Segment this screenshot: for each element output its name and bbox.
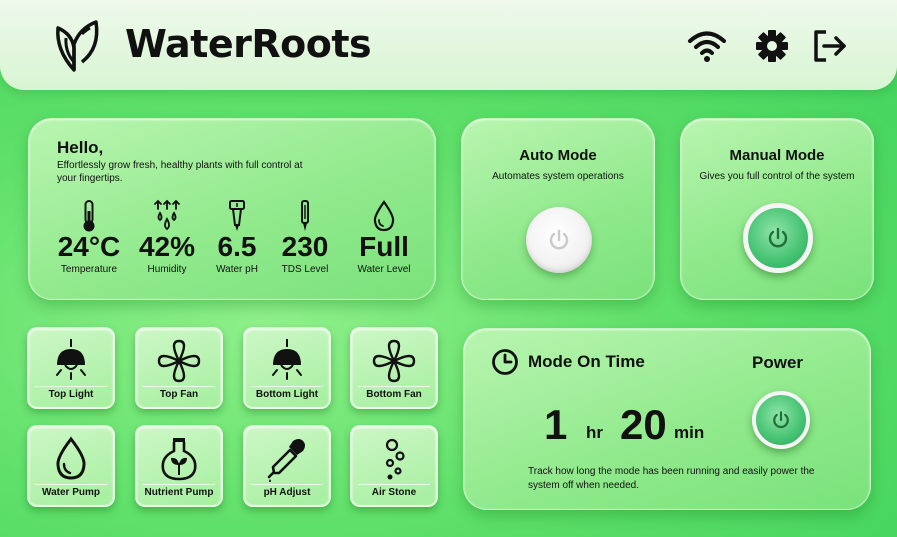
auto-mode-subtitle: Automates system operations bbox=[492, 171, 624, 182]
tile-divider bbox=[358, 386, 430, 387]
power-icon bbox=[549, 229, 569, 250]
tile-divider bbox=[35, 484, 107, 485]
tile-divider bbox=[358, 484, 430, 485]
manual-mode-title: Manual Mode bbox=[729, 147, 825, 164]
fan-icon bbox=[372, 339, 416, 383]
control-label: pH Adjust bbox=[263, 487, 311, 498]
power-title: Power bbox=[752, 353, 804, 372]
timer-hours-unit: hr bbox=[586, 423, 603, 442]
humidity-icon bbox=[154, 199, 180, 231]
control-label: Top Light bbox=[48, 389, 94, 400]
fan-icon bbox=[157, 339, 201, 383]
tds-level-value: 230 bbox=[281, 231, 329, 262]
power-icon bbox=[768, 227, 788, 248]
control-water-pump[interactable]: Water Pump bbox=[27, 425, 115, 507]
humidity-label: Humidity bbox=[147, 264, 187, 275]
mode-on-time-title: Mode On Time bbox=[528, 352, 645, 371]
auto-mode-card: Auto Mode Automates system operations bbox=[461, 118, 655, 300]
metric-humidity: 42% Humidity bbox=[135, 199, 199, 275]
control-label: Bottom Light bbox=[255, 389, 319, 400]
control-nutrient-pump[interactable]: Nutrient Pump bbox=[135, 425, 223, 507]
control-label: Bottom Fan bbox=[366, 389, 422, 400]
tile-divider bbox=[143, 386, 215, 387]
nutrient-flask-icon bbox=[161, 438, 197, 481]
tds-level-label: TDS Level bbox=[281, 264, 329, 275]
ph-probe-icon bbox=[229, 200, 245, 231]
control-label: Top Fan bbox=[159, 389, 199, 400]
tile-divider bbox=[35, 386, 107, 387]
system-power-button[interactable] bbox=[752, 391, 810, 449]
water-drop-icon bbox=[56, 436, 86, 480]
tile-divider bbox=[251, 386, 323, 387]
control-bottom-light[interactable]: Bottom Light bbox=[243, 327, 331, 409]
clock-icon bbox=[492, 349, 518, 375]
control-top-light[interactable]: Top Light bbox=[27, 327, 115, 409]
hanging-lamp-icon bbox=[56, 339, 86, 380]
app-header: WaterRoots bbox=[0, 0, 897, 90]
wifi-icon[interactable] bbox=[687, 26, 727, 66]
metric-temperature: 24°C Temperature bbox=[53, 199, 125, 275]
control-bottom-fan[interactable]: Bottom Fan bbox=[350, 327, 438, 409]
control-top-fan[interactable]: Top Fan bbox=[135, 327, 223, 409]
control-air-stone[interactable]: Air Stone bbox=[350, 425, 438, 507]
timer-minutes: 20 bbox=[620, 401, 667, 448]
temperature-value: 24°C bbox=[57, 231, 121, 262]
water-level-label: Water Level bbox=[357, 264, 411, 275]
greeting-subtitle: Effortlessly grow fresh, healthy plants … bbox=[57, 160, 303, 184]
gear-icon[interactable] bbox=[752, 26, 792, 66]
timer-minutes-unit: min bbox=[674, 423, 705, 442]
greeting-title: Hello, bbox=[57, 138, 104, 157]
control-ph-adjust[interactable]: pH Adjust bbox=[243, 425, 331, 507]
tile-divider bbox=[251, 484, 323, 485]
control-label: Nutrient Pump bbox=[144, 487, 214, 498]
auto-mode-title: Auto Mode bbox=[519, 147, 597, 164]
logout-icon[interactable] bbox=[810, 26, 850, 66]
power-icon bbox=[773, 411, 789, 429]
manual-mode-subtitle: Gives you full control of the system bbox=[699, 171, 855, 182]
water-drop-icon bbox=[373, 200, 395, 232]
metric-water-ph: 6.5 Water pH bbox=[207, 199, 267, 275]
mode-on-time-card: Mode On Time Power 1 hr 20 min Track how… bbox=[463, 328, 871, 510]
tile-divider bbox=[143, 484, 215, 485]
tds-probe-icon bbox=[301, 200, 309, 231]
water-level-value: Full bbox=[359, 231, 409, 262]
metric-tds-level: 230 TDS Level bbox=[273, 199, 337, 275]
manual-mode-power-button[interactable] bbox=[743, 203, 813, 273]
temperature-label: Temperature bbox=[60, 264, 118, 275]
dropper-icon bbox=[267, 439, 305, 482]
thermometer-icon bbox=[83, 200, 95, 232]
hanging-lamp-icon bbox=[272, 339, 302, 380]
water-ph-label: Water pH bbox=[216, 264, 258, 275]
humidity-value: 42% bbox=[138, 231, 196, 262]
leaf-logo-icon bbox=[56, 20, 99, 72]
app-title: WaterRoots bbox=[125, 22, 372, 66]
auto-mode-power-button[interactable] bbox=[526, 207, 592, 273]
control-label: Air Stone bbox=[371, 487, 417, 498]
control-label: Water Pump bbox=[42, 487, 100, 498]
sensor-summary-card: Hello, Effortlessly grow fresh, healthy … bbox=[28, 118, 436, 300]
mode-on-time-description: Track how long the mode has been running… bbox=[528, 466, 815, 491]
manual-mode-card: Manual Mode Gives you full control of th… bbox=[680, 118, 874, 300]
water-ph-value: 6.5 bbox=[217, 231, 257, 262]
metric-water-level: Full Water Level bbox=[349, 199, 419, 275]
bubbles-icon bbox=[385, 438, 405, 480]
timer-hours: 1 bbox=[544, 401, 568, 448]
